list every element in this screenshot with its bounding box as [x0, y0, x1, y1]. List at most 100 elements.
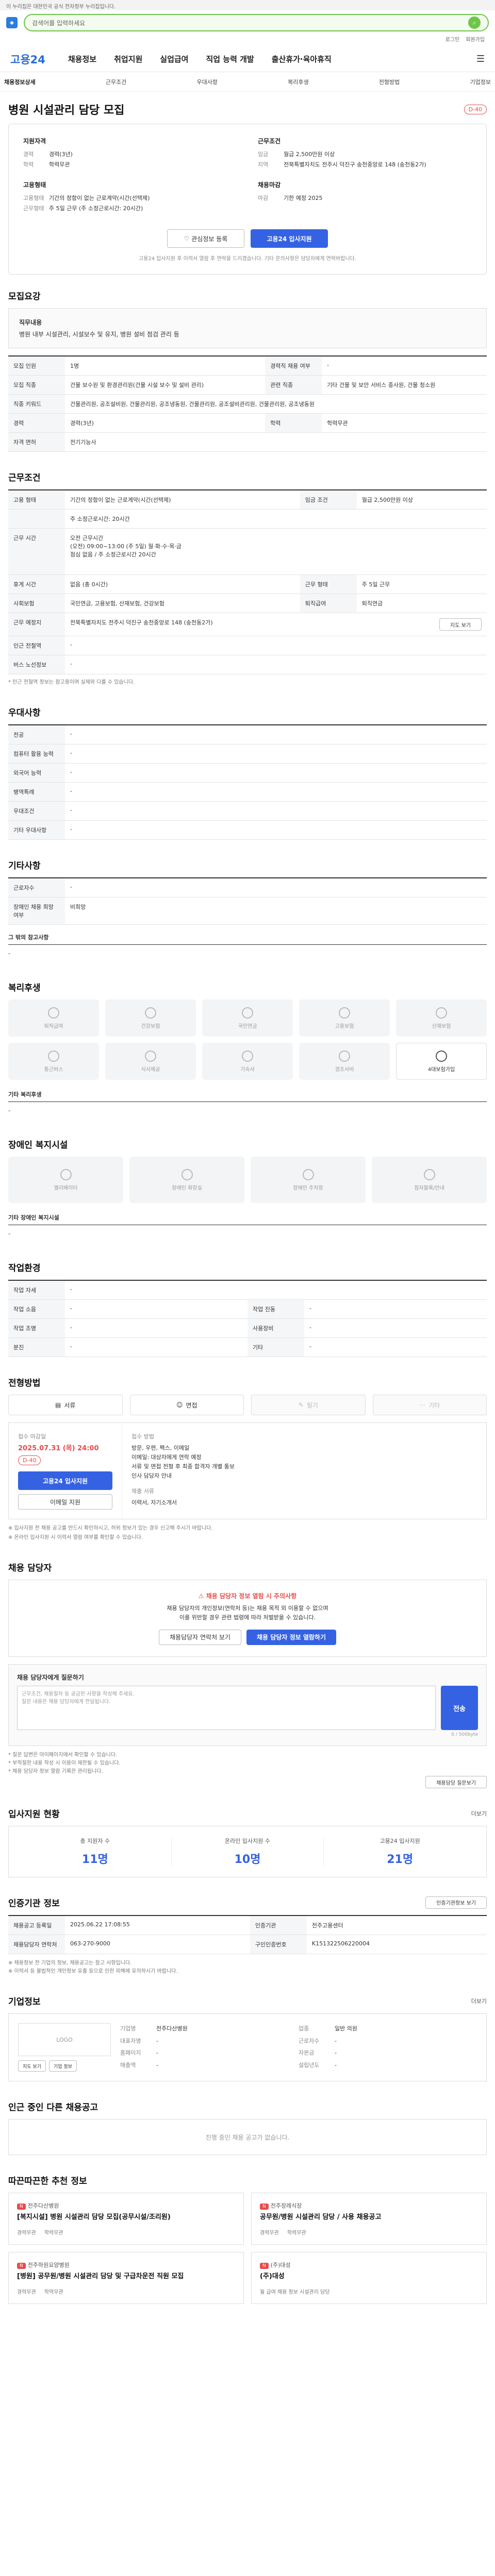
- recommend-card[interactable]: N 전주하원요양병원 [병원] 공무원/병원 시설관리 담당 및 구급차운전 직원…: [8, 2252, 244, 2304]
- welfare-icon: [242, 1007, 253, 1019]
- job-summary: 지원자격 경력 경력(3년) 학력 학력무관 근무조건 임금 월급 2,500만원 이…: [8, 124, 487, 275]
- more-link[interactable]: 더보기: [471, 1997, 487, 2005]
- recruit-table: 모집 인원 1명 경력직 채용 여부 - 모집 직종 건물 보수원 및 환경관리원(건물…: [8, 355, 487, 452]
- deadline-value: 2025.07.31 (목) 24:00: [18, 1445, 99, 1452]
- anchor-item[interactable]: 기업정보: [470, 78, 490, 86]
- search-input[interactable]: 검색어를 입력하세요 ⌕: [24, 14, 489, 31]
- welfare-icon: [48, 1007, 59, 1019]
- section-recruit: 모집요강 직무내용 병원 내부 시설관리, 시설보수 및 유지, 병원 설비 점…: [0, 275, 495, 456]
- box-text: 병원 내부 시설관리, 시설보수 및 유지, 병원 설비 점검 관리 등: [19, 331, 179, 338]
- company-map-button[interactable]: 지도 보기: [18, 2060, 46, 2072]
- nav-item[interactable]: 채용정보: [68, 54, 96, 64]
- contact-view-button[interactable]: 채용담당자 연락처 보기: [158, 1630, 242, 1645]
- process-note: ※ 입사지원 전 채용 공고를 반드시 확인하시고, 허위 정보가 있는 경우 …: [8, 1526, 213, 1531]
- inquiry-note: * 채용 담당자 정보 열람 기록은 관리됩니다.: [8, 1769, 103, 1774]
- inquiry-textarea[interactable]: 근무조건, 채용절차 등 궁금한 사항을 작성해 주세요. 질문 내용은 채용 …: [17, 1686, 436, 1730]
- agency-info-button[interactable]: 인증기관정보 보기: [425, 1896, 487, 1909]
- apply-info-box: 접수 마감일 2025.07.31 (목) 24:00 D-40 고용24 입사…: [8, 1422, 487, 1519]
- recommend-card[interactable]: N 전주장례식장 공무원/병원 시설관리 담당 / 사용 채용공고 경력무관 학력무…: [251, 2193, 487, 2245]
- section-title: 인증기관 정보 인증기관정보 보기: [8, 1896, 487, 1909]
- section-title: 작업환경: [8, 1263, 41, 1274]
- more-icon: ⋯: [419, 1401, 426, 1409]
- sub-heading: 기타 복리후생: [8, 1091, 42, 1098]
- kv-value: 경력(3년): [49, 151, 73, 158]
- section-recommend: 따끈따끈한 추천 정보 N 전주다산병원 [복지시설] 병원 시설관리 담당 모집…: [0, 2159, 495, 2325]
- apply-button[interactable]: 고용24 입사지원: [251, 229, 328, 248]
- facility-tile: 엘리베이터: [8, 1157, 123, 1203]
- table-row: 근무 예정지 전북특별자치도 전주시 덕진구 송천중앙로 148 (송천동2가) 지…: [8, 613, 487, 636]
- company-info-button[interactable]: 기업 정보: [48, 2060, 77, 2072]
- company-field: 대표자명 -: [120, 2037, 158, 2044]
- recommend-card[interactable]: N (주)대성 (주)대성 월 급여 채용 정보 시설관리 담당: [251, 2252, 487, 2304]
- inquiry-note: * 부적절한 내용 작성 시 이용이 제한될 수 있습니다.: [8, 1760, 121, 1766]
- anchor-item[interactable]: 우대사항: [197, 78, 218, 86]
- menu-icon[interactable]: ☰: [476, 54, 485, 64]
- section-title: 채용 담당자: [8, 1563, 52, 1573]
- contact-open-button[interactable]: 채용 담당자 정보 열람하기: [246, 1630, 336, 1645]
- section-title: 인근 중인 다른 채용공고: [8, 2103, 98, 2113]
- company-field: 홈페이지 -: [120, 2049, 158, 2056]
- table-row: 모집 인원 1명 경력직 채용 여부 -: [8, 356, 487, 376]
- summary-deadline: 채용마감 마감 기한 예정 2025: [258, 180, 472, 214]
- brand-logo[interactable]: 고용24: [10, 52, 45, 67]
- apply-button-2[interactable]: 고용24 입사지원: [18, 1471, 112, 1490]
- nav-item[interactable]: 출산휴가·육아휴직: [272, 54, 332, 64]
- disabled-tiles: 엘리베이터 장애인 화장실 장애인 주차장 점자블록/안내: [8, 1157, 487, 1203]
- anchor-item[interactable]: 근무조건: [106, 78, 126, 86]
- anchor-item[interactable]: 채용정보상세: [4, 78, 36, 86]
- section-title: 기타사항: [8, 861, 41, 871]
- recommend-card[interactable]: N 전주다산병원 [복지시설] 병원 시설관리 담당 모집(공무시설/조리원) 경…: [8, 2193, 244, 2245]
- inquiry-note: * 질문 답변은 마이페이지에서 확인할 수 있습니다.: [8, 1752, 118, 1758]
- search-icon[interactable]: ⌕: [468, 16, 481, 29]
- anchor-item[interactable]: 복리후생: [288, 78, 308, 86]
- method-written: ✎ 필기: [251, 1395, 366, 1415]
- etc-table: 근로자수 - 장애인 채용 희망 여부 비희망: [8, 877, 487, 925]
- inquiry-send-button[interactable]: 전송: [441, 1686, 478, 1730]
- docs-text: 이력서, 자기소개서: [131, 1499, 177, 1506]
- nav-item[interactable]: 실업급여: [160, 54, 188, 64]
- warning-icon: ⚠: [198, 1592, 206, 1600]
- kv-value: 전북특별자치도 전주시 덕진구 송천중앙로 148 (송천동2가): [284, 161, 426, 168]
- sub-heading: 그 밖의 참고사항: [8, 934, 49, 941]
- section-title: 근무조건: [8, 473, 41, 483]
- elevator-icon: [60, 1168, 72, 1180]
- summary-heading: 지원자격: [23, 138, 46, 145]
- nav-item[interactable]: 취업지원: [114, 54, 142, 64]
- section-title: 전형방법: [8, 1378, 41, 1388]
- table-row: 인근 전철역 -: [8, 636, 487, 655]
- table-row: 우대조건 -: [8, 801, 487, 821]
- page-title: 병원 시설관리 담당 모집: [8, 104, 125, 117]
- table-row: 버스 노선정보 -: [8, 655, 487, 674]
- summary-qualification: 지원자격 경력 경력(3년) 학력 학력무관: [23, 137, 237, 170]
- gov-logo-icon[interactable]: ◆: [6, 17, 18, 28]
- section-welfare: 복리후생 퇴직급여 건강보험 국민연금 고용보험 산재보험 통근버스 식사제공 …: [0, 966, 495, 1123]
- login-link[interactable]: 로그인: [446, 35, 460, 46]
- anchor-item[interactable]: 전형방법: [379, 78, 400, 86]
- kv-key: 임금: [258, 151, 269, 158]
- inquiry-list-link[interactable]: 채용담당 질문보기: [425, 1776, 487, 1788]
- summary-heading: 고용형태: [23, 181, 46, 189]
- process-note: ※ 온라인 입사지원 시 이력서 열람 여부를 확인할 수 있습니다.: [8, 1535, 143, 1540]
- map-button[interactable]: 지도 보기: [439, 618, 482, 631]
- parking-icon: [302, 1168, 314, 1180]
- more-link[interactable]: 더보기: [471, 1809, 487, 1818]
- method-text: 방문, 우편, 팩스, 이메일 이메일: 대상자에게 연락 예정 서류 및 면접…: [131, 1445, 235, 1479]
- table-row: 근로자수 -: [8, 878, 487, 897]
- signup-link[interactable]: 회원가입: [466, 35, 485, 46]
- deadline-label: 접수 마감일: [18, 1433, 46, 1440]
- apply-right: 접수 방법 방문, 우편, 팩스, 이메일 이메일: 대상자에게 연락 예정 서…: [122, 1423, 486, 1519]
- email-apply-button[interactable]: 이메일 지원: [18, 1494, 112, 1510]
- interest-button[interactable]: ♡ 관심정보 등록: [167, 229, 244, 248]
- nav-item[interactable]: 직업 능력 개발: [206, 54, 254, 64]
- table-row: 전공 -: [8, 725, 487, 744]
- dday-badge: D-40: [18, 1455, 41, 1465]
- table-row: 경력 경력(3년) 학력 학력무관: [8, 413, 487, 433]
- section-title: 모집요강: [8, 292, 41, 302]
- condition-note: * 인근 전철역 정보는 참고용이며 실제와 다를 수 있습니다.: [8, 680, 135, 685]
- sub-value: -: [8, 1225, 487, 1242]
- section-prefer: 우대사항 전공 - 컴퓨터 활용 능력 - 외국어 능력 - 병역특례 - 우대조건 - …: [0, 691, 495, 844]
- facility-tile: 점자블록/안내: [372, 1157, 487, 1203]
- method-document: ▤ 서류: [8, 1395, 123, 1415]
- welfare-tiles: 퇴직급여 건강보험 국민연금 고용보험 산재보험 통근버스 식사제공 기숙사 경…: [8, 999, 487, 1080]
- dday-badge: D-40: [464, 104, 487, 114]
